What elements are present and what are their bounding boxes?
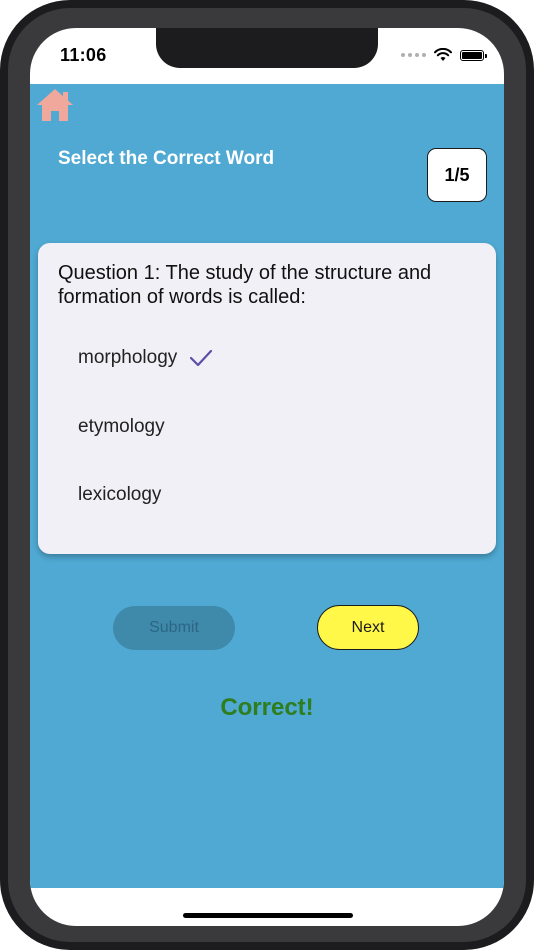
status-icons xyxy=(401,48,487,62)
question-card: Question 1: The study of the structure a… xyxy=(38,243,496,554)
battery-icon xyxy=(460,49,487,61)
option-label: lexicology xyxy=(78,484,162,505)
status-time: 11:06 xyxy=(60,45,107,65)
notch xyxy=(156,28,378,68)
phone-frame: 11:06 Select the Correct Word 1/5 Questi… xyxy=(0,0,534,950)
option-morphology[interactable]: morphology xyxy=(78,347,213,369)
wifi-icon xyxy=(434,48,452,61)
next-button[interactable]: Next xyxy=(317,605,419,650)
option-lexicology[interactable]: lexicology xyxy=(78,484,161,506)
submit-button[interactable]: Submit xyxy=(113,606,235,650)
page-title: Select the Correct Word xyxy=(58,148,275,169)
feedback-message: Correct! xyxy=(220,694,314,721)
option-label: morphology xyxy=(78,347,178,368)
option-etymology[interactable]: etymology xyxy=(78,416,165,438)
quiz-screen: Select the Correct Word 1/5 Question 1: … xyxy=(30,84,504,888)
question-text: Question 1: The study of the structure a… xyxy=(58,262,432,308)
question-counter: 1/5 xyxy=(427,148,487,202)
screen: 11:06 Select the Correct Word 1/5 Questi… xyxy=(30,28,504,926)
house-icon[interactable] xyxy=(34,86,76,124)
checkmark-icon xyxy=(190,349,213,367)
home-indicator[interactable] xyxy=(183,913,353,918)
option-label: etymology xyxy=(78,416,165,437)
cellular-dots-icon xyxy=(401,53,426,57)
